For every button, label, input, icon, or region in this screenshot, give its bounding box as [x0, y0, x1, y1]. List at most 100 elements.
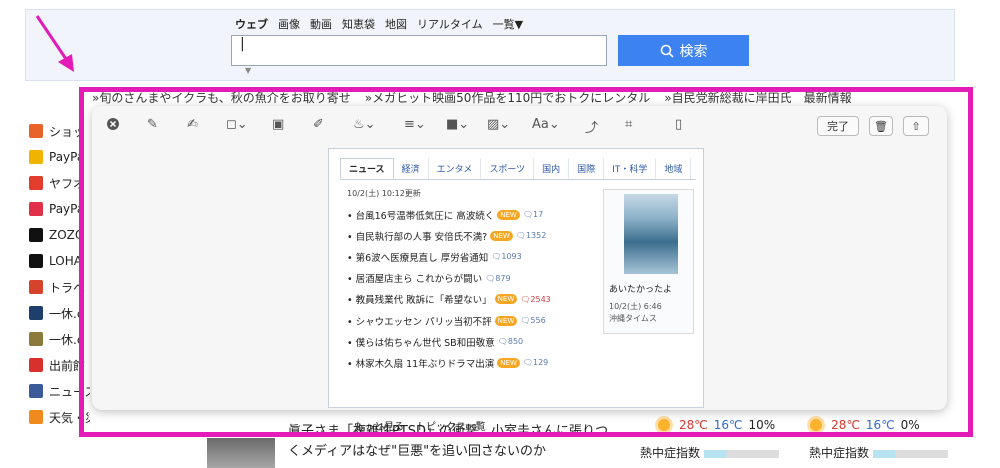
shapes-icon[interactable]: ◻⌄: [226, 117, 248, 132]
sign-icon[interactable]: ✐: [313, 117, 324, 132]
share-icon: ⇧: [911, 119, 921, 133]
news-tab[interactable]: 地域: [656, 158, 692, 179]
news-tab[interactable]: 国際: [569, 158, 605, 179]
news-item-title[interactable]: • 教員残業代 敗訴に「希望ない」: [347, 292, 492, 306]
suitcase-icon: [29, 280, 43, 294]
news-item-title[interactable]: • 第6波へ医療見直し 厚労省通知: [347, 250, 488, 264]
cart-icon: [29, 124, 43, 138]
search-button[interactable]: 検索: [618, 35, 749, 66]
news-item[interactable]: • 林家木久扇 11年ぶりドラマ出演 NEW 🗨129: [347, 352, 597, 373]
photo-caption[interactable]: あいたかったよ: [609, 282, 672, 295]
news-item[interactable]: • 居酒屋店主ら これからが闘い 🗨879: [347, 268, 597, 289]
comment-count[interactable]: 🗨850: [498, 337, 523, 346]
search-tab[interactable]: 一覧▼: [493, 16, 523, 32]
done-button[interactable]: 完了: [817, 116, 859, 136]
tag-icon: [29, 202, 43, 216]
comment-count[interactable]: 🗨17: [523, 210, 543, 219]
markup-toolbar: ✎ ✍ ◻⌄ ▣ ✐ ♨⌄ ≡⌄ ■⌄ ▨⌄ Aa⌄ ⤴ ⌗ ▯ 完了 🗑 ⇧: [92, 106, 947, 144]
comment-count[interactable]: 🗨556: [520, 316, 545, 325]
search-input-value: |: [240, 36, 245, 52]
news-item-title[interactable]: • 僕らは佑ちゃん世代 SB和田敬意: [347, 335, 495, 349]
heat-index-2: 熱中症指数: [809, 444, 949, 461]
signature-icon[interactable]: ♨⌄: [353, 117, 376, 132]
heat-index-label: 熱中症指数: [809, 446, 870, 460]
line-style-icon[interactable]: ≡⌄: [404, 117, 426, 132]
search-tab[interactable]: ウェブ: [235, 16, 268, 32]
search-tab[interactable]: 地図: [385, 16, 407, 32]
crop-icon[interactable]: ⌗: [625, 117, 632, 132]
draw-icon[interactable]: ✍: [187, 117, 198, 132]
annotate-icon[interactable]: ▯: [675, 117, 682, 132]
news-tab[interactable]: 国内: [534, 158, 570, 179]
news-item[interactable]: • シャウエッセン パリッ当初不評 NEW 🗨556: [347, 310, 597, 331]
rotate-icon[interactable]: ⤴: [585, 117, 598, 136]
annotation-arrow-icon: [35, 15, 74, 72]
heat-index-1: 熱中症指数: [640, 444, 780, 461]
new-badge: NEW: [497, 357, 520, 368]
close-icon[interactable]: [106, 117, 120, 135]
news-tab[interactable]: IT・科学: [604, 158, 657, 179]
more-link[interactable]: もっと見る: [354, 418, 404, 433]
news-item[interactable]: • 僕らは佑ちゃん世代 SB和田敬意 🗨850: [347, 331, 597, 352]
search-tab[interactable]: 動画: [310, 16, 332, 32]
topics-link[interactable]: トピックス一覧: [416, 418, 486, 433]
fill-color-icon[interactable]: ▨⌄: [487, 117, 510, 132]
new-badge: NEW: [494, 294, 518, 305]
sidebar-item-label: LOHA: [49, 254, 82, 268]
news-updated: 10/2(土) 10:12更新: [347, 189, 421, 198]
search-tab[interactable]: リアルタイム: [417, 16, 483, 32]
lohaco-icon: [29, 254, 43, 268]
comment-count[interactable]: 🗨879: [485, 274, 510, 283]
markup-panel: ✎ ✍ ◻⌄ ▣ ✐ ♨⌄ ≡⌄ ■⌄ ▨⌄ Aa⌄ ⤴ ⌗ ▯ 完了 🗑 ⇧ …: [92, 106, 947, 433]
ikyu-icon: [29, 306, 43, 320]
bag-icon: [29, 150, 43, 164]
search-tab[interactable]: 知恵袋: [342, 16, 375, 32]
comment-count[interactable]: 🗨1352: [516, 231, 547, 240]
news-tab[interactable]: エンタメ: [429, 158, 482, 179]
photo-time: 10/2(土) 6:46: [609, 302, 662, 311]
news-item[interactable]: • 台風16号温帯低気圧に 高波続く NEW 🗨17: [347, 204, 597, 225]
search-input[interactable]: |: [231, 35, 607, 66]
news-tab[interactable]: ニュース: [340, 158, 394, 179]
ikyu-restaurant-icon: [29, 332, 43, 346]
news-thumbnail: [207, 438, 275, 468]
gavel-icon: [29, 176, 43, 190]
weather-icon: [29, 410, 43, 424]
share-button[interactable]: ⇧: [903, 116, 929, 136]
news-item[interactable]: • 自民執行部の人事 安倍氏不満? NEW 🗨1352: [347, 225, 597, 246]
done-label: 完了: [827, 120, 849, 133]
text-style-icon[interactable]: Aa⌄: [532, 117, 560, 132]
search-tab[interactable]: 画像: [278, 16, 300, 32]
heat-index-row: 熱中症指数 熱中症指数: [640, 444, 949, 461]
search-button-label: 検索: [679, 42, 708, 59]
trash-icon: 🗑: [874, 119, 888, 133]
comment-count[interactable]: 🗨1093: [491, 252, 522, 261]
news-tab[interactable]: 経済: [394, 158, 429, 179]
news-item-title[interactable]: • 自民執行部の人事 安倍氏不満?: [347, 229, 487, 243]
new-badge: NEW: [497, 209, 520, 220]
news-item-title[interactable]: • 居酒屋店主ら これからが闘い: [347, 271, 482, 285]
search-tabs: ウェブ 画像 動画 知恵袋 地図 リアルタイム 一覧▼: [235, 16, 523, 32]
delete-button[interactable]: 🗑: [869, 116, 893, 136]
assist-toggle-icon[interactable]: ▼: [245, 66, 251, 75]
news-item-title[interactable]: • 台風16号温帯低気圧に 高波続く: [347, 208, 494, 222]
comment-count[interactable]: 🗨129: [523, 358, 548, 367]
text-box-icon[interactable]: ▣: [272, 117, 284, 132]
new-badge: NEW: [490, 230, 513, 241]
news-item[interactable]: • 第6波へ医療見直し 厚労省通知 🗨1093: [347, 246, 597, 267]
news-tabs: ニュース 経済 エンタメ スポーツ 国内 国際 IT・科学 地域: [340, 158, 696, 180]
heat-index-label: 熱中症指数: [640, 446, 701, 460]
photo-news[interactable]: あいたかったよ 10/2(土) 6:46 沖縄タイムス: [603, 189, 694, 334]
news-item[interactable]: • 教員残業代 敗訴に「希望ない」 NEW 🗨2543: [347, 289, 597, 310]
border-color-icon[interactable]: ■⌄: [446, 117, 469, 132]
comment-count[interactable]: 🗨2543: [520, 295, 551, 304]
news-item-title[interactable]: • 林家木久扇 11年ぶりドラマ出演: [347, 356, 494, 370]
zozo-icon: [29, 228, 43, 242]
news-tab[interactable]: スポーツ: [481, 158, 535, 179]
news-item-title[interactable]: • シャウエッセン パリッ当初不評: [347, 314, 492, 328]
sketch-icon[interactable]: ✎: [147, 117, 158, 132]
photo-source: 沖縄タイムス: [609, 314, 657, 323]
heat-index-bar: [873, 449, 949, 458]
news-list: • 台風16号温帯低気圧に 高波続く NEW 🗨17 • 自民執行部の人事 安倍氏不満…: [347, 204, 597, 374]
news-widget: ニュース 経済 エンタメ スポーツ 国内 国際 IT・科学 地域 10/2(土) 10:12更…: [328, 148, 704, 433]
